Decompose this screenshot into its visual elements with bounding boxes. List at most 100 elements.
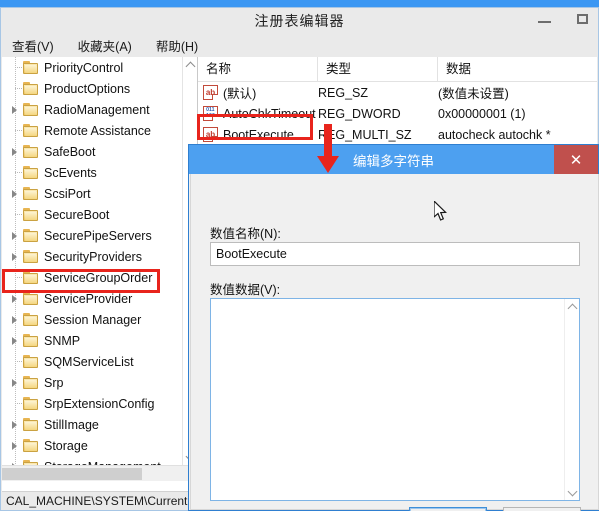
folder-icon	[23, 186, 39, 201]
value-type-cell: REG_MULTI_SZ	[318, 127, 412, 142]
tree-item-label: ServiceProvider	[44, 291, 133, 306]
window-controls	[534, 8, 594, 32]
tree-item-label: ScEvents	[44, 165, 97, 180]
menu-favorites[interactable]: 收藏夹(A)	[77, 34, 133, 57]
tree-item-securepipeservers[interactable]: SecurePipeServers	[2, 225, 182, 246]
tree-item-prioritycontrol[interactable]: PriorityControl	[2, 57, 182, 78]
tree-hscroll-thumb[interactable]	[2, 468, 142, 480]
data-vertical-scrollbar[interactable]	[564, 299, 579, 500]
value-data-textarea[interactable]	[211, 299, 565, 500]
maximize-button[interactable]	[572, 9, 594, 31]
tree-expander-icon[interactable]	[10, 99, 23, 120]
value-name-text: BootExecute	[223, 127, 294, 142]
menu-bar: 查看(V) 收藏夹(A) 帮助(H)	[1, 33, 598, 57]
chevron-right-icon	[12, 316, 17, 324]
tree-item-remote-assistance[interactable]: Remote Assistance	[2, 120, 182, 141]
column-header-data[interactable]: 数据	[438, 57, 597, 81]
tree-item-label: RadioManagement	[44, 102, 150, 117]
cancel-button[interactable]: 取消	[503, 507, 581, 511]
column-header-type[interactable]: 类型	[318, 57, 438, 81]
dialog-title: 编辑多字符串	[353, 154, 434, 169]
tree-item-stillimage[interactable]: StillImage	[2, 414, 182, 435]
tree-item-label: ServiceGroupOrder	[44, 270, 153, 285]
data-scroll-up-button[interactable]	[565, 299, 580, 314]
folder-icon	[23, 417, 39, 432]
tree-expander-icon[interactable]	[10, 330, 23, 351]
tree-line	[15, 130, 23, 131]
tree-item-label: SrpExtensionConfig	[44, 396, 155, 411]
folder-icon	[23, 375, 39, 390]
table-row[interactable]: ab BootExecute REG_MULTI_SZ autocheck autoc…	[198, 124, 597, 145]
tree-leaf-connector	[10, 162, 23, 183]
folder-icon	[23, 60, 39, 75]
dialog-close-button[interactable]: ✕	[554, 145, 598, 174]
tree-expander-icon[interactable]	[10, 141, 23, 162]
value-data-field[interactable]	[210, 298, 580, 501]
tree-item-serviceprovider[interactable]: ServiceProvider	[2, 288, 182, 309]
value-name-input[interactable]	[210, 242, 580, 266]
value-data-label: 数值数据(V):	[210, 283, 281, 297]
chevron-right-icon	[12, 442, 17, 450]
tree-item-label: Srp	[44, 375, 64, 390]
tree-item-snmp[interactable]: SNMP	[2, 330, 182, 351]
tree-leaf-connector	[10, 78, 23, 99]
tree-scroll-up-button[interactable]	[183, 57, 197, 72]
folder-icon	[23, 165, 39, 180]
binary-icon: 011 100	[203, 106, 218, 121]
tree-item-label: SecurityProviders	[44, 249, 142, 264]
tree-item-securityproviders[interactable]: SecurityProviders	[2, 246, 182, 267]
tree-item-productoptions[interactable]: ProductOptions	[2, 78, 182, 99]
menu-view[interactable]: 查看(V)	[11, 34, 55, 57]
table-row[interactable]: ab (默认) REG_SZ (数值未设置)	[198, 82, 597, 103]
menu-help[interactable]: 帮助(H)	[155, 34, 199, 57]
edit-multi-string-dialog: 编辑多字符串 ✕ 数值名称(N): 数值数据(V): 确定 取消	[188, 144, 599, 511]
value-type-cell: REG_SZ	[318, 85, 369, 100]
tree-expander-icon[interactable]	[10, 372, 23, 393]
tree-expander-icon[interactable]	[10, 183, 23, 204]
minimize-button[interactable]	[534, 9, 556, 31]
tree-expander-icon[interactable]	[10, 288, 23, 309]
string-icon: ab	[203, 127, 218, 142]
tree-line	[15, 277, 23, 278]
tree-item-session-manager[interactable]: Session Manager	[2, 309, 182, 330]
tree-item-servicegrouporder[interactable]: ServiceGroupOrder	[2, 267, 182, 288]
chevron-down-icon	[567, 486, 578, 497]
folder-icon	[23, 81, 39, 96]
tree-expander-icon[interactable]	[10, 225, 23, 246]
value-name-label: 数值名称(N):	[210, 227, 281, 241]
value-name-cell: 011 100 AutoChkTimeout	[198, 106, 318, 121]
data-scroll-down-button[interactable]	[565, 485, 580, 500]
tree-item-secureboot[interactable]: SecureBoot	[2, 204, 182, 225]
value-name-cell: ab (默认)	[198, 83, 318, 102]
tree-item-srpextensionconfig[interactable]: SrpExtensionConfig	[2, 393, 182, 414]
value-data-cell: (数值未设置)	[438, 87, 509, 101]
column-header-name[interactable]: 名称	[198, 57, 318, 81]
value-data-cell: 0x00000001 (1)	[438, 106, 526, 121]
tree-expander-icon[interactable]	[10, 435, 23, 456]
tree-expander-icon[interactable]	[10, 414, 23, 435]
tree-item-scsiport[interactable]: ScsiPort	[2, 183, 182, 204]
dialog-body: 数值名称(N): 数值数据(V): 确定 取消	[190, 174, 599, 511]
tree-item-storage[interactable]: Storage	[2, 435, 182, 456]
table-row[interactable]: 011 100 AutoChkTimeout REG_DWORD 0x00000001 …	[198, 103, 597, 124]
folder-icon	[23, 270, 39, 285]
tree-item-scevents[interactable]: ScEvents	[2, 162, 182, 183]
registry-tree-pane[interactable]: PriorityControl ProductOptions RadioManage…	[2, 57, 198, 481]
folder-icon	[23, 123, 39, 138]
tree-item-safeboot[interactable]: SafeBoot	[2, 141, 182, 162]
tree-item-label: SafeBoot	[44, 144, 96, 159]
chevron-right-icon	[12, 106, 17, 114]
tree-expander-icon[interactable]	[10, 309, 23, 330]
ok-button[interactable]: 确定	[409, 507, 487, 511]
tree-leaf-connector	[10, 204, 23, 225]
folder-icon	[23, 354, 39, 369]
tree-line	[15, 67, 23, 68]
chevron-right-icon	[12, 337, 17, 345]
tree-item-sqmservicelist[interactable]: SQMServiceList	[2, 351, 182, 372]
tree-line	[15, 88, 23, 89]
tree-item-srp[interactable]: Srp	[2, 372, 182, 393]
tree-horizontal-scrollbar[interactable]	[2, 465, 197, 481]
tree-item-label: SecurePipeServers	[44, 228, 152, 243]
tree-item-radiomanagement[interactable]: RadioManagement	[2, 99, 182, 120]
tree-expander-icon[interactable]	[10, 246, 23, 267]
